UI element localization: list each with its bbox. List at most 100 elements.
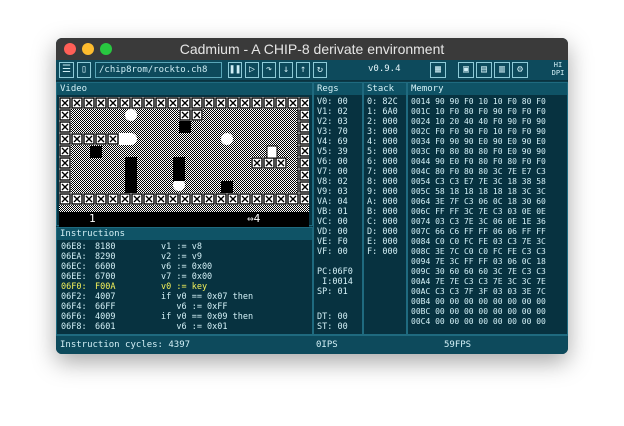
step-into-icon[interactable]: ↓: [279, 62, 293, 78]
memory-row: 0044 90 E0 F0 80 F0 80 F0 F0: [411, 157, 546, 166]
stack-entry: 1: 6A0: [367, 107, 398, 117]
memory-row: 00B4 00 00 00 00 00 00 00 00: [411, 297, 546, 306]
instruction-opcode: 8180: [95, 242, 116, 252]
instruction-asm: if v0 == 0x09 then: [161, 312, 254, 322]
pause-icon[interactable]: ❚❚: [228, 62, 242, 78]
instructions-panel-header: Instructions: [57, 228, 312, 240]
stack-entry: 2: 000: [367, 117, 398, 127]
instruction-address: 06F4:: [61, 302, 87, 312]
stack-entry: F: 000: [367, 247, 398, 257]
instruction-opcode: 4007: [95, 292, 116, 302]
memory-row: 007C 66 C6 FF FF 06 06 FF FF: [411, 227, 546, 236]
instruction-opcode: 66FF: [95, 302, 116, 312]
instruction-address: 06F6:: [61, 312, 87, 322]
instruction-asm: v0 := key: [161, 282, 208, 292]
register-value: V4: 69: [317, 137, 348, 147]
stack-entry: 5: 000: [367, 147, 398, 157]
stack-panel: Stack 0: 82C 1: 6A0 2: 000 3: 000 4: 000 5: 0…: [363, 82, 407, 335]
register-value: VE: F0: [317, 237, 348, 247]
file-icon[interactable]: ▯: [77, 62, 91, 78]
memory-row: 008C 3E 7C C0 C0 FC FE C3 C3: [411, 247, 546, 256]
instruction-opcode: F00A: [95, 282, 116, 292]
memory-panel: Memory 0014 90 90 F0 10 10 F0 80 F0 001C …: [407, 82, 568, 335]
memory-row: 0034 F0 90 90 E0 90 E0 90 E0: [411, 137, 546, 146]
hidpi-toggle[interactable]: HI DPI: [550, 61, 566, 77]
video-panel-header: Video: [57, 83, 312, 95]
memory-row: 0064 3E 7F C3 06 0C 18 30 60: [411, 197, 546, 206]
step-out-icon[interactable]: ↑: [296, 62, 310, 78]
register-value: V3: 70: [317, 127, 348, 137]
register-value: VD: 00: [317, 227, 348, 237]
register-value: V2: 03: [317, 117, 348, 127]
version-label: v0.9.4: [368, 64, 401, 74]
memory-row: 0094 7E 3C FF FF 03 06 0C 18: [411, 257, 546, 266]
toolbar: ☰ ▯ /chip8rom/rockto.ch8 ❚❚ ▷ ↷ ↓ ↑ ↻ v0…: [56, 60, 568, 81]
rom-path-field[interactable]: /chip8rom/rockto.ch8: [95, 62, 222, 78]
register-value: V6: 00: [317, 157, 348, 167]
instruction-asm: v6 := 0xFF: [161, 302, 228, 312]
app-window: Cadmium - A CHIP-8 derivate environment …: [56, 38, 568, 354]
memory-row: 00BC 00 00 00 00 00 00 00 00: [411, 307, 546, 316]
instruction-address: 06EE:: [61, 272, 87, 282]
register-dt: DT: 00: [317, 312, 348, 322]
instruction-list: 06E8: 8180 v1 := v8 06EA: 8290 v2 := v9 06EC: 6…: [61, 242, 311, 334]
register-value: V9: 03: [317, 187, 348, 197]
memory-icon[interactable]: ▥: [494, 62, 510, 78]
stack-entry: A: 000: [367, 197, 398, 207]
settings-icon[interactable]: ⚙: [512, 62, 528, 78]
registers-panel: Regs V0: 00 V1: 02 V2: 03 V3: 70 V4: 69 V5: 3…: [313, 82, 363, 335]
instruction-asm: v6 := 0x01: [161, 322, 228, 332]
memory-panel-header: Memory: [408, 83, 567, 95]
stack-entry: 4: 000: [367, 137, 398, 147]
instruction-opcode: 6601: [95, 322, 116, 332]
register-pc: PC:06F0: [317, 267, 353, 277]
stack-entry: 7: 000: [367, 167, 398, 177]
instructions-panel: Instructions 06E8: 8180 v1 := v8 06EA: 8290 v…: [56, 227, 313, 335]
register-value: VB: 01: [317, 207, 348, 217]
instruction-address: 06EA:: [61, 252, 87, 262]
stack-entry: 8: 000: [367, 177, 398, 187]
display-icon[interactable]: ▣: [458, 62, 474, 78]
step-over-icon[interactable]: ↷: [262, 62, 276, 78]
register-value: V1: 02: [317, 107, 348, 117]
registers-panel-header: Regs: [314, 83, 362, 95]
register-st: ST: 00: [317, 322, 348, 332]
memory-row: 00C4 00 00 00 00 00 00 00 00: [411, 317, 546, 326]
stack-entry: E: 000: [367, 237, 398, 247]
memory-row: 002C F0 F0 90 F0 10 F0 F0 90: [411, 127, 546, 136]
instruction-address: 06F2:: [61, 292, 87, 302]
instruction-address: 06E8:: [61, 242, 87, 252]
memory-row: 003C F0 80 80 80 F0 E0 90 90: [411, 147, 546, 156]
fps-counter: 59FPS: [444, 340, 472, 350]
register-value: VC: 00: [317, 217, 348, 227]
instruction-opcode: 6600: [95, 262, 116, 272]
memory-row: 0074 03 C3 7E 3C 06 0E 1E 36: [411, 217, 546, 226]
register-value: V8: 02: [317, 177, 348, 187]
instruction-cycles: Instruction cycles: 4397: [60, 340, 191, 350]
instruction-address: 06F8:: [61, 322, 87, 332]
memory-dump[interactable]: 0014 90 90 F0 10 10 F0 80 F0 001C 10 F0 8…: [411, 97, 567, 333]
restart-icon[interactable]: ↻: [313, 62, 327, 78]
register-value: VF: 00: [317, 247, 348, 257]
title-bar: Cadmium - A CHIP-8 derivate environment: [56, 38, 568, 60]
game-screen[interactable]: [59, 97, 309, 212]
instruction-asm: v6 := 0x00: [161, 262, 213, 272]
play-icon[interactable]: ▷: [245, 62, 259, 78]
memory-row: 0084 C0 C0 FC FE 03 C3 7E 3C: [411, 237, 546, 246]
memory-row: 004C 80 F0 80 80 3C 7E E7 C3: [411, 167, 546, 176]
register-value: V0: 00: [317, 97, 348, 107]
chip-icon[interactable]: ▤: [476, 62, 492, 78]
stack-entry: 0: 82C: [367, 97, 398, 107]
memory-row: 0014 90 90 F0 10 10 F0 80 F0: [411, 97, 546, 106]
instruction-asm: v7 := 0x00: [161, 272, 213, 282]
instruction-asm: v2 := v9: [161, 252, 202, 262]
register-list: V0: 00 V1: 02 V2: 03 V3: 70 V4: 69 V5: 39 V6: …: [317, 97, 363, 337]
video-panel: Video 1 ⇔4: [56, 82, 313, 227]
register-value: VA: 04: [317, 197, 348, 207]
score-counter: ⇔4: [247, 212, 261, 225]
grid-icon[interactable]: ▦: [430, 62, 446, 78]
hamburger-icon[interactable]: ☰: [59, 62, 74, 78]
window-title: Cadmium - A CHIP-8 derivate environment: [179, 41, 445, 57]
register-sp: SP: 01: [317, 287, 348, 297]
register-value: V7: 00: [317, 167, 348, 177]
